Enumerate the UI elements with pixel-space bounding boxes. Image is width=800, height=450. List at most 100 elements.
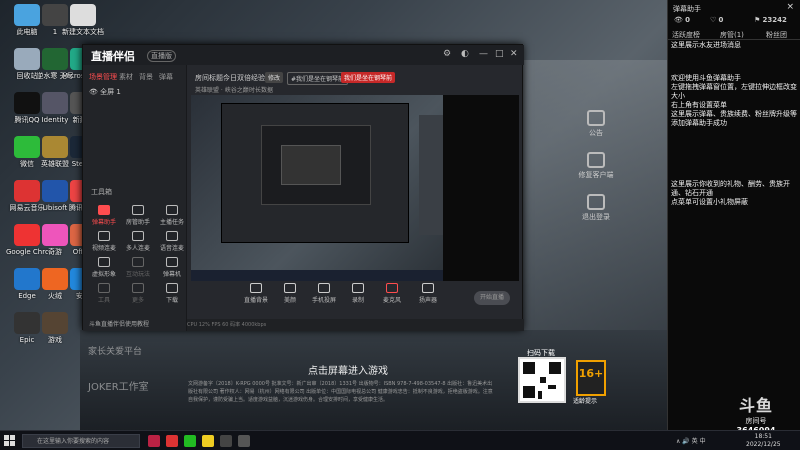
folder-icon[interactable] [202,435,214,447]
wechat-icon[interactable] [184,435,196,447]
tool-icon [132,205,144,215]
parent-care-logo: 家长关爱平台 [88,347,143,357]
tool-label: 虚拟形象 [91,271,116,278]
beauty-button[interactable]: 美颜 [273,283,307,304]
douyu-logo: 斗鱼 [738,396,773,415]
live-companion-window: 直播伴侣 直播版 ⚙ ◐ — □ ✕ 场景管理 素材 背景 弹幕 👁 全屏 1 … [82,44,524,331]
tool-8[interactable]: 弹幕机 [157,257,187,278]
tool-icon [166,283,178,293]
repair-client-button[interactable]: 修复客户端 [576,152,616,180]
tool-icon [98,205,110,215]
tool-0[interactable]: 弹幕助手 [89,205,119,226]
tool-3[interactable]: 视频连麦 [89,231,119,252]
category-line: 英雄联盟 · 峡谷之巅 [195,87,249,94]
tool-7[interactable]: 互动玩法 [123,257,153,278]
close-icon[interactable]: ✕ [510,49,518,59]
tool-9[interactable]: 工具 [89,283,119,304]
edit-title-button[interactable]: 修改 [265,72,284,83]
record-icon [352,283,364,293]
microphone-button[interactable]: 麦克风 [375,283,409,304]
scene-item[interactable]: 👁 全屏 1 [89,87,121,97]
heart-count: ♡ 0 [710,16,724,24]
danmu-assistant-panel: 弹幕助手 × 👁 0 ♡ 0 ⚑ 23242 活跃度榜 房管(1) 粉丝团 这里… [667,0,800,430]
app-titlebar: 直播伴侣 直播版 ⚙ ◐ — □ ✕ [83,45,524,65]
tool-label: 更多 [131,297,144,304]
scene-panel: 场景管理 素材 背景 弹幕 👁 全屏 1 工具箱 弹幕助手 房管助手 主播任务 视频连… [83,65,187,331]
room-title: 今日双倍经验 [223,74,265,82]
screen-cast-button[interactable]: 手机投屏 [307,283,341,304]
tab-background[interactable]: 背景 [139,72,153,82]
game-icon[interactable] [220,435,232,447]
desktop-icon-label: 新建文本文档 [62,28,104,36]
tool-2[interactable]: 主播任务 [157,205,187,226]
eye-icon[interactable]: 👁 [89,88,98,96]
logout-button[interactable]: 退出登录 [576,194,616,222]
tool-label: 主播任务 [159,219,184,226]
announcement-icon [587,110,605,126]
tutorial-notice[interactable]: 斗鱼直播伴侣使用教程 [89,319,149,328]
tool-10[interactable]: 更多 [123,283,153,304]
room-label: 房间号 [745,417,767,425]
system-tray[interactable]: ∧ 🔊 英 中 [676,436,706,445]
enter-messages: 这里展示水友进场消息 [671,41,741,49]
tool-1[interactable]: 房管助手 [123,205,153,226]
tool-icon [166,231,178,241]
tool-label: 多人连麦 [125,245,150,252]
tool-4[interactable]: 多人连麦 [123,231,153,252]
background-button[interactable]: 直播背景 [239,283,273,304]
category-pill[interactable]: #我们是坐在钢琴前 [287,72,349,85]
gift-messages: 这里展示你收到的礼物、酬劳、贵族开通、钻石开通 点菜单可设置小礼物屏蔽 [671,180,790,206]
tool-label: 房管助手 [125,219,150,226]
tool-11[interactable]: 下载 [157,283,187,304]
settings-icon[interactable]: ⚙ [443,49,451,59]
tool-icon [98,257,110,267]
start-live-button[interactable]: 开始直播 [474,291,510,305]
desktop-icon[interactable]: 新建文本文档 [62,4,104,36]
live-time: 时长数据 [249,87,274,94]
tool-icon [166,257,178,267]
tool-label: 弹幕助手 [91,219,116,226]
tool-label: 互动玩法 [125,271,150,278]
app-icon[interactable] [238,435,250,447]
windows-taskbar: 在这里输入你要搜索的内容 ∧ 🔊 英 中 18:51 2022/12/25 [0,430,800,450]
app-icon[interactable] [166,435,178,447]
tab-material[interactable]: 素材 [119,72,133,82]
tool-6[interactable]: 虚拟形象 [89,257,119,278]
tool-5[interactable]: 语音连麦 [157,231,187,252]
stream-preview[interactable] [191,95,519,281]
windows-start-icon[interactable] [4,435,16,447]
logout-icon [587,194,605,210]
close-icon[interactable]: × [786,2,794,12]
taskbar-search-input[interactable]: 在这里输入你要搜索的内容 [22,434,140,448]
desktop-icon-label: 游戏 [48,336,62,344]
record-button[interactable]: 录制 [341,283,375,304]
wrench-icon [587,152,605,168]
license-text: 文网游备字〔2018〕K-RPG 0000号 批准文号：新广出审〔2018〕13… [188,381,493,403]
category-pill-red[interactable]: 我们是坐在钢琴前 [341,72,396,83]
tool-icon [166,205,178,215]
tool-icon [98,231,110,241]
joker-studio-logo: JOKER工作室 [88,382,149,393]
skin-icon[interactable]: ◐ [461,49,469,59]
minimize-icon[interactable]: — [479,49,488,59]
app-icon[interactable] [148,435,160,447]
clock[interactable]: 18:51 2022/12/25 [746,433,781,449]
qr-code [518,357,566,403]
speaker-button[interactable]: 扬声器 [411,283,445,304]
game-side-menu: 公告 修复客户端 退出登录 [576,110,616,236]
announcement-button[interactable]: 公告 [576,110,616,138]
microphone-icon [386,283,398,293]
tool-icon [132,257,144,267]
tool-icon [132,231,144,241]
tool-label: 语音连麦 [159,245,184,252]
enter-game-caption[interactable]: 点击屏幕进入游戏 [308,362,388,377]
app-brand: 直播伴侣 [91,50,135,63]
tab-danmu[interactable]: 弹幕 [159,72,173,82]
chat-messages: 欢迎使用斗鱼弹幕助手 左键拖拽弹幕窗位置，左键拉伸边框改变大小 右上角有设置菜单… [671,74,797,127]
tool-icon [132,283,144,293]
douyu-watermark: 斗鱼 房间号 3646094 [720,392,792,435]
desktop-icon[interactable]: 游戏 [34,312,76,344]
tab-scene[interactable]: 场景管理 [89,72,117,82]
maximize-icon[interactable]: □ [495,49,504,59]
scene-name: 全屏 1 [100,88,121,96]
